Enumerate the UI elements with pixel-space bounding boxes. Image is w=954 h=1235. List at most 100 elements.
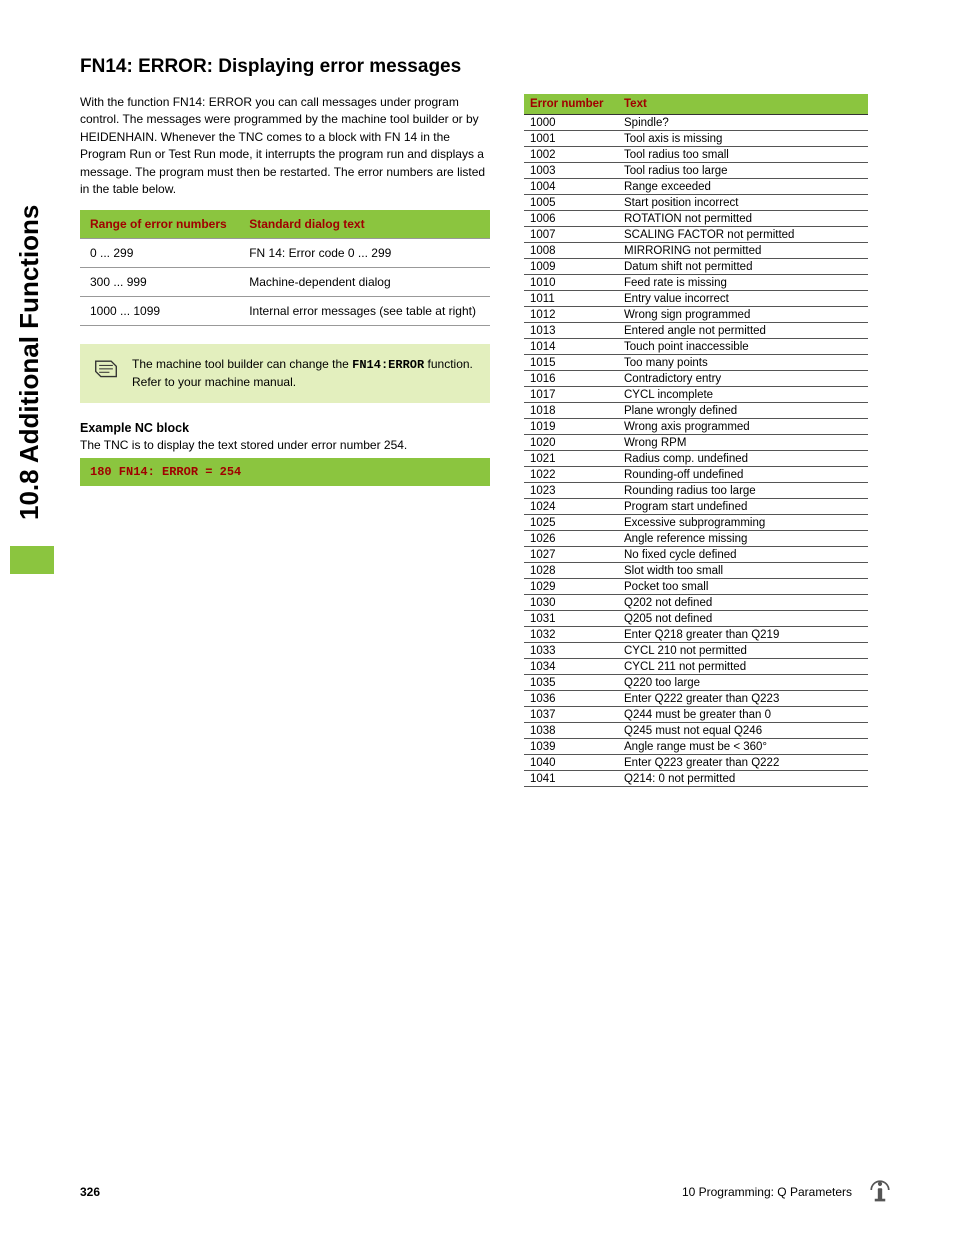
error-cell: 1038 [524, 723, 618, 739]
error-row: 1010Feed rate is missing [524, 275, 868, 291]
error-cell: Tool radius too small [618, 147, 868, 163]
error-cell: 1033 [524, 643, 618, 659]
error-cell: 1009 [524, 259, 618, 275]
error-row: 1003Tool radius too large [524, 163, 868, 179]
error-cell: 1007 [524, 227, 618, 243]
range-cell: Machine-dependent dialog [239, 268, 490, 297]
error-cell: Enter Q218 greater than Q219 [618, 627, 868, 643]
error-cell: 1022 [524, 467, 618, 483]
error-row: 1001Tool axis is missing [524, 131, 868, 147]
error-cell: Start position incorrect [618, 195, 868, 211]
error-row: 1034CYCL 211 not permitted [524, 659, 868, 675]
error-row: 1020Wrong RPM [524, 435, 868, 451]
error-cell: 1036 [524, 691, 618, 707]
error-cell: 1024 [524, 499, 618, 515]
error-cell: Entry value incorrect [618, 291, 868, 307]
info-icon [866, 1176, 894, 1207]
range-row: 300 ... 999Machine-dependent dialog [80, 268, 490, 297]
error-cell: 1040 [524, 755, 618, 771]
error-cell: Angle reference missing [618, 531, 868, 547]
error-cell: 1003 [524, 163, 618, 179]
error-cell: 1014 [524, 339, 618, 355]
note-icon [92, 356, 120, 385]
err-header-1: Text [618, 94, 868, 115]
error-cell: 1008 [524, 243, 618, 259]
error-cell: Range exceeded [618, 179, 868, 195]
page-number: 326 [80, 1185, 100, 1199]
range-cell: 300 ... 999 [80, 268, 239, 297]
error-cell: CYCL 211 not permitted [618, 659, 868, 675]
error-cell: 1031 [524, 611, 618, 627]
error-cell: CYCL incomplete [618, 387, 868, 403]
error-row: 1027No fixed cycle defined [524, 547, 868, 563]
error-cell: 1039 [524, 739, 618, 755]
error-row: 1021Radius comp. undefined [524, 451, 868, 467]
error-cell: 1004 [524, 179, 618, 195]
error-row: 1012Wrong sign programmed [524, 307, 868, 323]
error-cell: ROTATION not permitted [618, 211, 868, 227]
range-cell: Internal error messages (see table at ri… [239, 297, 490, 326]
range-row: 1000 ... 1099Internal error messages (se… [80, 297, 490, 326]
error-cell: 1020 [524, 435, 618, 451]
error-cell: 1026 [524, 531, 618, 547]
error-cell: Contradictory entry [618, 371, 868, 387]
error-row: 1025Excessive subprogramming [524, 515, 868, 531]
error-row: 1006ROTATION not permitted [524, 211, 868, 227]
error-cell: Datum shift not permitted [618, 259, 868, 275]
error-cell: 1023 [524, 483, 618, 499]
error-row: 1026Angle reference missing [524, 531, 868, 547]
error-row: 1009Datum shift not permitted [524, 259, 868, 275]
error-cell: 1019 [524, 419, 618, 435]
error-cell: Feed rate is missing [618, 275, 868, 291]
error-cell: 1041 [524, 771, 618, 787]
page-heading: FN14: ERROR: Displaying error messages [80, 56, 894, 78]
example-title: Example NC block [80, 421, 490, 435]
error-cell: 1027 [524, 547, 618, 563]
example-desc: The TNC is to display the text stored un… [80, 438, 490, 452]
error-row: 1015Too many points [524, 355, 868, 371]
intro-paragraph: With the function FN14: ERROR you can ca… [80, 94, 490, 198]
error-cell: Touch point inaccessible [618, 339, 868, 355]
error-cell: 1021 [524, 451, 618, 467]
error-cell: 1034 [524, 659, 618, 675]
error-row: 1022Rounding-off undefined [524, 467, 868, 483]
error-row: 1024Program start undefined [524, 499, 868, 515]
error-cell: 1002 [524, 147, 618, 163]
error-row: 1000Spindle? [524, 115, 868, 131]
error-row: 1017CYCL incomplete [524, 387, 868, 403]
error-cell: 1012 [524, 307, 618, 323]
chapter-label: 10 Programming: Q Parameters [682, 1185, 852, 1199]
error-cell: 1006 [524, 211, 618, 227]
error-row: 1002Tool radius too small [524, 147, 868, 163]
example-code: 180 FN14: ERROR = 254 [80, 458, 490, 486]
error-row: 1028Slot width too small [524, 563, 868, 579]
error-cell: Q245 must not equal Q246 [618, 723, 868, 739]
error-cell: Entered angle not permitted [618, 323, 868, 339]
error-row: 1040Enter Q223 greater than Q222 [524, 755, 868, 771]
error-row: 1029Pocket too small [524, 579, 868, 595]
error-cell: Slot width too small [618, 563, 868, 579]
error-cell: Enter Q222 greater than Q223 [618, 691, 868, 707]
note-code: FN14:ERROR [352, 358, 424, 372]
error-cell: Angle range must be < 360° [618, 739, 868, 755]
range-cell: FN 14: Error code 0 ... 299 [239, 239, 490, 268]
error-cell: Rounding-off undefined [618, 467, 868, 483]
error-cell: 1000 [524, 115, 618, 131]
error-cell: Wrong RPM [618, 435, 868, 451]
error-row: 1038Q245 must not equal Q246 [524, 723, 868, 739]
error-cell: Q220 too large [618, 675, 868, 691]
error-cell: Q244 must be greater than 0 [618, 707, 868, 723]
error-row: 1039Angle range must be < 360° [524, 739, 868, 755]
error-cell: 1028 [524, 563, 618, 579]
error-cell: Spindle? [618, 115, 868, 131]
range-header-1: Standard dialog text [239, 210, 490, 239]
error-cell: Too many points [618, 355, 868, 371]
error-cell: Q214: 0 not permitted [618, 771, 868, 787]
error-cell: Rounding radius too large [618, 483, 868, 499]
error-cell: 1016 [524, 371, 618, 387]
error-cell: 1037 [524, 707, 618, 723]
error-cell: Excessive subprogramming [618, 515, 868, 531]
error-cell: Radius comp. undefined [618, 451, 868, 467]
error-row: 1007SCALING FACTOR not permitted [524, 227, 868, 243]
page-footer: 326 10 Programming: Q Parameters [80, 1176, 894, 1207]
